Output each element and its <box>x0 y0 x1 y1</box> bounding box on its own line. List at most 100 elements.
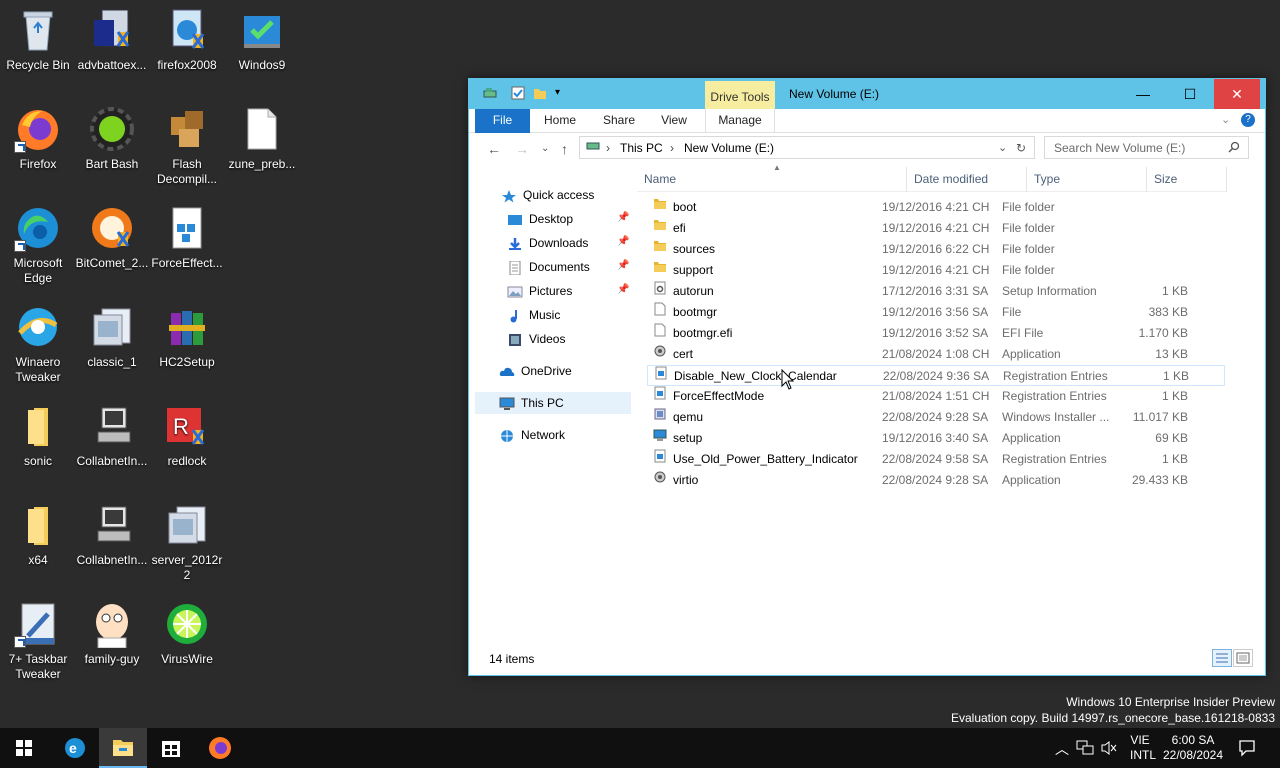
title-bar[interactable]: ▾ Drive Tools New Volume (E:) — ☐ ✕ <box>469 79 1265 109</box>
nav-videos[interactable]: Videos <box>507 328 565 350</box>
details-view-button[interactable] <box>1212 649 1232 667</box>
desktop-icon-family-guy[interactable]: family-guy <box>74 600 150 667</box>
search-input[interactable]: Search New Volume (E:) <box>1044 136 1249 159</box>
network-tray-icon[interactable] <box>1076 740 1094 759</box>
minimize-button[interactable]: — <box>1120 79 1166 109</box>
desktop-icon-hc2setup[interactable]: HC2Setup <box>149 303 225 370</box>
file-row[interactable]: Use_Old_Power_Battery_Indicator 22/08/202… <box>647 449 1225 470</box>
desktop-icon-windos9[interactable]: Windos9 <box>224 6 300 73</box>
taskbar-firefox-icon[interactable] <box>196 728 244 768</box>
back-arrow-icon[interactable]: ← <box>487 141 501 157</box>
file-row[interactable]: virtio 22/08/2024 9:28 SA Application 29.43… <box>647 470 1225 491</box>
file-row[interactable]: cert 21/08/2024 1:08 CH Application 13 KB <box>647 344 1225 365</box>
column-header-type[interactable]: Type <box>1027 167 1147 192</box>
breadcrumb-new-volume[interactable]: New Volume (E:) <box>684 141 774 155</box>
taskbar-file-explorer-icon[interactable] <box>99 728 147 768</box>
column-header-name[interactable]: Name <box>637 167 907 192</box>
nav-onedrive[interactable]: OneDrive <box>499 360 572 382</box>
refresh-icon[interactable]: ↻ <box>1016 141 1026 155</box>
maximize-button[interactable]: ☐ <box>1167 79 1213 109</box>
file-row[interactable]: ForceEffectMode 21/08/2024 1:51 CH Registr… <box>647 386 1225 407</box>
drive-tools-context-tab[interactable]: Drive Tools <box>705 81 775 109</box>
customize-qat-icon[interactable]: ▾ <box>555 86 569 100</box>
file-row[interactable]: efi 19/12/2016 4:21 CH File folder <box>647 218 1225 239</box>
desktop-icon-bitcomet[interactable]: BitComet_2... <box>74 204 150 271</box>
new-folder-icon[interactable] <box>533 86 547 100</box>
close-button[interactable]: ✕ <box>1214 79 1260 109</box>
desktop-icon-flash-decompiler[interactable]: Flash Decompil... <box>149 105 225 187</box>
file-row[interactable]: qemu 22/08/2024 9:28 SA Windows Installer … <box>647 407 1225 428</box>
desktop-icon-forceeffect[interactable]: ForceEffect... <box>149 204 225 271</box>
tab-home[interactable]: Home <box>535 109 585 133</box>
desktop-icon-sonic[interactable]: sonic <box>0 402 76 469</box>
file-row[interactable]: boot 19/12/2016 4:21 CH File folder <box>647 197 1225 218</box>
help-icon[interactable]: ? <box>1241 113 1255 127</box>
nav-this-pc[interactable]: This PC <box>475 392 631 414</box>
desktop-icon-collabnet-1[interactable]: CollabnetIn... <box>74 402 150 469</box>
desktop-icon-redlock[interactable]: R redlock <box>149 402 225 469</box>
file-row[interactable]: bootmgr.efi 19/12/2016 3:52 SA EFI File 1.1… <box>647 323 1225 344</box>
desktop-icon-firefox2008[interactable]: firefox2008 <box>149 6 225 73</box>
address-dropdown-icon[interactable]: ⌄ <box>998 141 1007 154</box>
breadcrumb-this-pc[interactable]: This PC <box>620 141 663 155</box>
search-icon[interactable] <box>1228 141 1240 156</box>
input-language-indicator[interactable]: VIE INTL <box>1130 733 1156 763</box>
file-row[interactable]: Disable_New_Clock_Calendar 22/08/2024 9:3… <box>647 365 1225 386</box>
file-row[interactable]: setup 19/12/2016 3:40 SA Application 69 KB <box>647 428 1225 449</box>
expand-ribbon-icon[interactable]: ⌄ <box>1221 113 1230 126</box>
desktop-icon-collabnet-2[interactable]: CollabnetIn... <box>74 501 150 568</box>
drive-icon[interactable] <box>483 86 497 100</box>
tab-share[interactable]: Share <box>595 109 643 133</box>
nav-pictures[interactable]: Pictures <box>507 280 572 302</box>
file-date: 19/12/2016 6:22 CH <box>882 242 990 256</box>
tab-manage[interactable]: Manage <box>705 109 775 133</box>
start-button[interactable] <box>0 728 48 768</box>
desktop-icon-firefox[interactable]: Firefox <box>0 105 76 172</box>
taskbar-edge-icon[interactable]: e <box>51 728 99 768</box>
file-row[interactable]: sources 19/12/2016 6:22 CH File folder <box>647 239 1225 260</box>
pin-icon[interactable]: 📌 <box>617 236 629 247</box>
address-bar[interactable]: › This PC › New Volume (E:) ⌄ ↻ <box>579 136 1035 159</box>
recent-locations-chevron-icon[interactable]: ⌄ <box>541 143 549 154</box>
desktop-icon-7-taskbar-tweaker[interactable]: 7+ Taskbar Tweaker <box>0 600 76 682</box>
tab-file[interactable]: File <box>475 109 530 133</box>
nav-documents[interactable]: Documents <box>507 256 590 278</box>
nav-music[interactable]: Music <box>507 304 560 326</box>
large-icons-view-button[interactable] <box>1233 649 1253 667</box>
desktop-icon-viruswire[interactable]: VirusWire <box>149 600 225 667</box>
column-header-size[interactable]: Size <box>1147 167 1227 192</box>
forward-arrow-icon[interactable]: → <box>515 141 529 157</box>
pin-icon[interactable]: 📌 <box>617 260 629 271</box>
desktop-icon-bart-bash[interactable]: Bart Bash <box>74 105 150 172</box>
properties-icon[interactable] <box>511 86 525 100</box>
desktop-icon-winaero[interactable]: Winaero Tweaker <box>0 303 76 385</box>
file-row[interactable]: support 19/12/2016 4:21 CH File folder <box>647 260 1225 281</box>
desktop-icon-label: Microsoft Edge <box>13 256 63 285</box>
desktop-icon-edge[interactable]: Microsoft Edge <box>0 204 76 286</box>
clock[interactable]: 6:00 SA 22/08/2024 <box>1162 733 1224 763</box>
tab-view[interactable]: View <box>651 109 697 133</box>
action-center-icon[interactable] <box>1238 739 1256 760</box>
desktop-icon-recycle-bin[interactable]: Recycle Bin <box>0 6 76 73</box>
file-date: 19/12/2016 4:21 CH <box>882 263 990 277</box>
file-explorer-window[interactable]: ▾ Drive Tools New Volume (E:) — ☐ ✕ File… <box>468 78 1266 676</box>
show-hidden-icons-chevron-icon[interactable]: ︿ <box>1055 739 1069 759</box>
desktop-icon-x64[interactable]: x64 <box>0 501 76 568</box>
nav-downloads[interactable]: Downloads <box>507 232 588 254</box>
nav-network[interactable]: Network <box>499 424 565 446</box>
taskbar-store-icon[interactable] <box>147 728 195 768</box>
file-row[interactable]: bootmgr 19/12/2016 3:56 SA File 383 KB <box>647 302 1225 323</box>
desktop-icon-classic-1[interactable]: classic_1 <box>74 303 150 370</box>
column-header-date[interactable]: Date modified <box>907 167 1027 192</box>
computer-setup-icon <box>88 402 136 450</box>
pin-icon[interactable]: 📌 <box>617 212 629 223</box>
nav-desktop[interactable]: Desktop <box>507 208 573 230</box>
file-row[interactable]: autorun 17/12/2016 3:31 SA Setup Informati… <box>647 281 1225 302</box>
desktop-icon-zune-preb[interactable]: zune_preb... <box>224 105 300 172</box>
pin-icon[interactable]: 📌 <box>617 284 629 295</box>
desktop-icon-server-2012r2[interactable]: server_2012r2 <box>149 501 225 583</box>
volume-muted-icon[interactable] <box>1100 740 1118 759</box>
nav-quick-access[interactable]: Quick access <box>501 184 594 206</box>
desktop-icon-advbattoex[interactable]: advbattoex... <box>74 6 150 73</box>
up-arrow-icon[interactable]: ↑ <box>561 141 568 157</box>
